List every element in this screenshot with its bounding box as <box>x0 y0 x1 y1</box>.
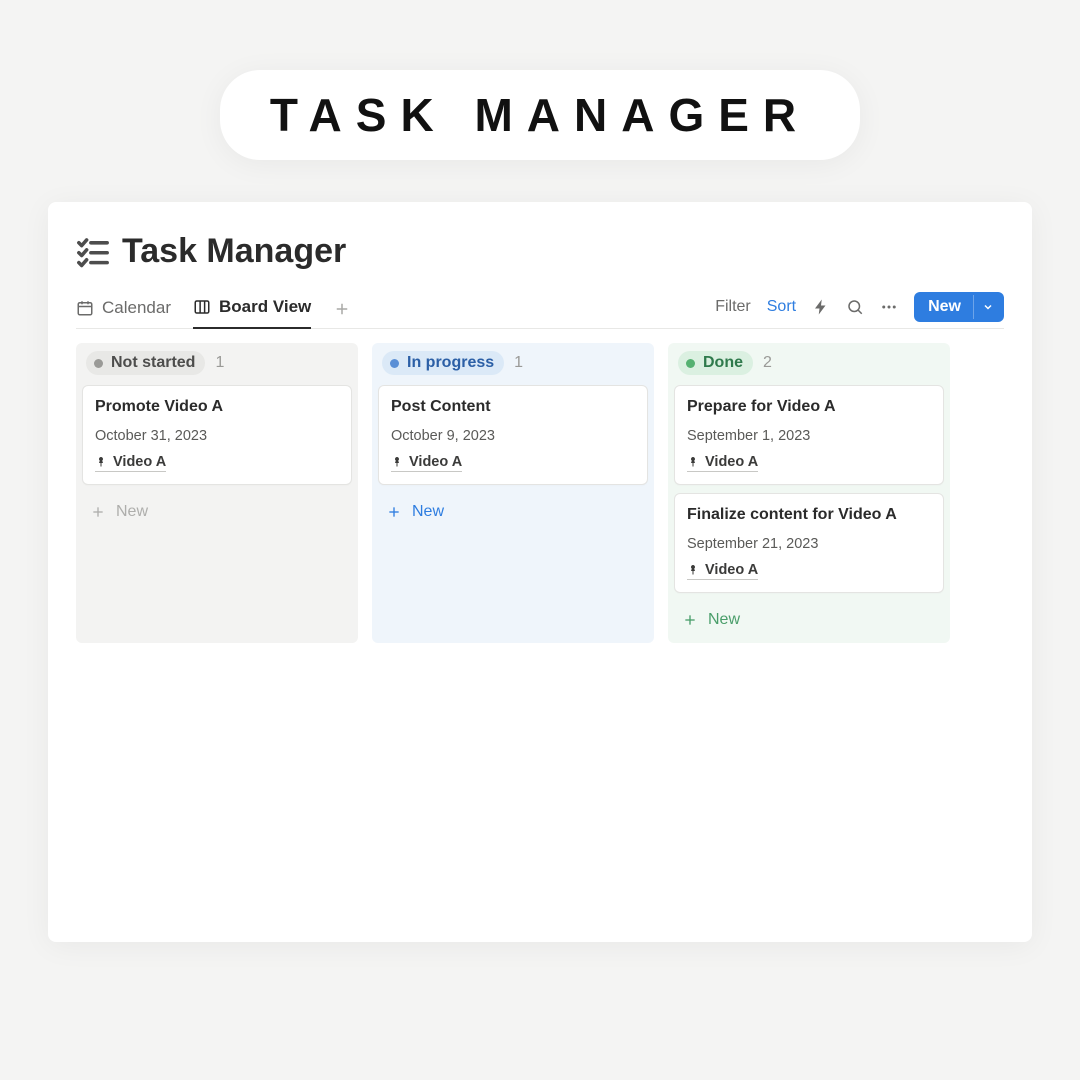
page-header: Task Manager <box>76 232 1004 271</box>
status-count: 1 <box>215 354 224 372</box>
new-button-label: New <box>914 292 973 322</box>
card-tag[interactable]: Video A <box>687 562 758 580</box>
board: Not started 1 Promote Video A October 31, 2… <box>76 329 1004 643</box>
pin-icon <box>391 455 403 469</box>
tabs-row: Calendar Board View Filter Sort <box>76 289 1004 329</box>
column-header: In progress 1 <box>378 351 648 385</box>
column-new-button[interactable]: New <box>82 493 352 525</box>
tabs-left: Calendar Board View <box>76 289 351 328</box>
card-tag-label: Video A <box>409 454 462 470</box>
card-tag[interactable]: Video A <box>391 454 462 472</box>
hero-title: TASK MANAGER <box>220 70 860 160</box>
calendar-icon <box>76 299 94 317</box>
automations-button[interactable] <box>812 298 830 316</box>
card-tag-label: Video A <box>705 562 758 578</box>
tab-board-view[interactable]: Board View <box>193 289 311 329</box>
pin-icon <box>687 563 699 577</box>
column-new-label: New <box>116 503 148 521</box>
status-label: In progress <box>407 354 494 372</box>
column-in_progress: In progress 1 Post Content October 9, 2023 V… <box>372 343 654 643</box>
filter-button[interactable]: Filter <box>715 298 751 316</box>
tabs-right: Filter Sort New <box>715 292 1004 326</box>
column-done: Done 2 Prepare for Video A September 1, 202… <box>668 343 950 643</box>
page-title: Task Manager <box>122 232 346 271</box>
search-button[interactable] <box>846 298 864 316</box>
status-pill[interactable]: Not started <box>86 351 205 375</box>
column-new-label: New <box>412 503 444 521</box>
card-date: October 31, 2023 <box>95 428 339 444</box>
chevron-down-icon <box>982 301 994 313</box>
card-title: Promote Video A <box>95 398 339 416</box>
status-dot-icon <box>94 359 103 368</box>
card-title: Finalize content for Video A <box>687 506 931 524</box>
status-dot-icon <box>390 359 399 368</box>
column-new-button[interactable]: New <box>378 493 648 525</box>
column-new-button[interactable]: New <box>674 601 944 633</box>
card-date: October 9, 2023 <box>391 428 635 444</box>
sort-button[interactable]: Sort <box>767 298 796 316</box>
search-icon <box>846 298 864 316</box>
tab-calendar-label: Calendar <box>102 298 171 318</box>
board-icon <box>193 298 211 316</box>
status-pill[interactable]: In progress <box>382 351 504 375</box>
more-button[interactable] <box>880 298 898 316</box>
column-header: Not started 1 <box>82 351 352 385</box>
card-title: Post Content <box>391 398 635 416</box>
column-new-label: New <box>708 611 740 629</box>
card-tag-label: Video A <box>705 454 758 470</box>
card-date: September 1, 2023 <box>687 428 931 444</box>
checklist-icon <box>76 235 110 269</box>
status-pill[interactable]: Done <box>678 351 753 375</box>
tab-calendar[interactable]: Calendar <box>76 290 171 328</box>
plus-icon <box>386 504 402 520</box>
status-count: 1 <box>514 354 523 372</box>
new-button[interactable]: New <box>914 292 1004 322</box>
task-card[interactable]: Promote Video A October 31, 2023 Video A <box>82 385 352 485</box>
task-card[interactable]: Finalize content for Video A September 21… <box>674 493 944 593</box>
column-header: Done 2 <box>674 351 944 385</box>
status-label: Done <box>703 354 743 372</box>
card-title: Prepare for Video A <box>687 398 931 416</box>
card-tag-label: Video A <box>113 454 166 470</box>
status-dot-icon <box>686 359 695 368</box>
add-view-button[interactable] <box>333 300 351 318</box>
card-tag[interactable]: Video A <box>95 454 166 472</box>
plus-icon <box>333 300 351 318</box>
plus-icon <box>90 504 106 520</box>
task-card[interactable]: Post Content October 9, 2023 Video A <box>378 385 648 485</box>
status-count: 2 <box>763 354 772 372</box>
more-icon <box>880 298 898 316</box>
app-window: Task Manager Calendar Board View Filter … <box>48 202 1032 942</box>
plus-icon <box>682 612 698 628</box>
status-label: Not started <box>111 354 195 372</box>
pin-icon <box>95 455 107 469</box>
card-tag[interactable]: Video A <box>687 454 758 472</box>
pin-icon <box>687 455 699 469</box>
hero-banner: TASK MANAGER <box>0 0 1080 160</box>
task-card[interactable]: Prepare for Video A September 1, 2023 Vide… <box>674 385 944 485</box>
new-button-dropdown[interactable] <box>973 295 1004 319</box>
card-date: September 21, 2023 <box>687 536 931 552</box>
column-not_started: Not started 1 Promote Video A October 31, 2… <box>76 343 358 643</box>
lightning-icon <box>812 298 830 316</box>
tab-board-label: Board View <box>219 297 311 317</box>
